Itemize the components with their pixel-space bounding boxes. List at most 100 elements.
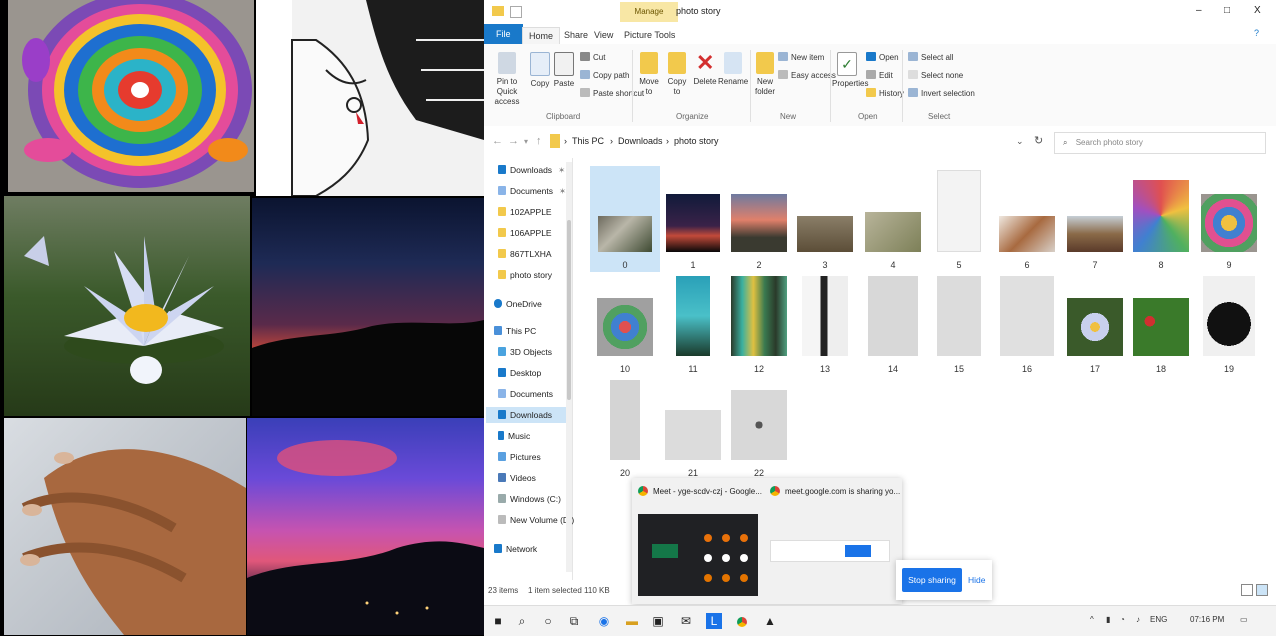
file-tile[interactable]: 15 xyxy=(924,270,994,376)
paste-shortcut-button[interactable]: Paste shortcut xyxy=(580,88,644,98)
sharing-notice[interactable]: meet.google.com is sharing yo... xyxy=(770,486,900,496)
manage-tab[interactable]: Manage xyxy=(620,2,678,22)
nav-item-106apple[interactable]: 106APPLE xyxy=(498,225,552,241)
nav-item-new-volume-d[interactable]: New Volume (D:) xyxy=(498,512,574,528)
copy-path-button[interactable]: Copy path xyxy=(580,70,629,80)
edge-browser-icon[interactable]: ◉ xyxy=(596,613,612,629)
nav-item-this-pc[interactable]: This PC xyxy=(494,323,536,339)
nav-item-3d-objects[interactable]: 3D Objects xyxy=(498,344,552,360)
rename-button[interactable]: Rename xyxy=(718,52,748,87)
file-tile[interactable]: 22 xyxy=(724,374,794,480)
app-l-icon[interactable]: L xyxy=(706,613,722,629)
network-tray-icon[interactable]: ◔ xyxy=(1120,615,1125,624)
file-tile[interactable]: 11 xyxy=(658,270,728,376)
file-tile[interactable]: 6 xyxy=(992,166,1062,272)
invert-selection-button[interactable]: Invert selection xyxy=(908,88,975,98)
nav-item-photo-story[interactable]: photo story xyxy=(498,267,552,283)
delete-button[interactable]: ✕ Delete xyxy=(692,52,718,87)
file-tile[interactable]: 0 xyxy=(590,166,660,272)
recent-dropdown-icon[interactable]: ▾ xyxy=(524,137,528,146)
refresh-icon[interactable]: ↻ xyxy=(1034,134,1043,147)
quick-access-toolbar-icon[interactable] xyxy=(510,6,522,18)
new-item-button[interactable]: New item xyxy=(778,52,824,62)
file-tile[interactable]: 8 xyxy=(1126,166,1196,272)
file-tile[interactable]: 4 xyxy=(858,166,928,272)
windows-start-icon[interactable]: ■ xyxy=(490,613,506,629)
back-arrow-icon[interactable]: ← xyxy=(492,135,503,147)
forward-arrow-icon[interactable]: → xyxy=(508,135,519,147)
mail-icon[interactable]: ✉ xyxy=(678,613,694,629)
nav-item-documents[interactable]: Documents xyxy=(498,386,553,402)
meet-preview-thumbnail[interactable] xyxy=(638,514,758,596)
properties-button[interactable]: ✓ Properties xyxy=(832,52,868,89)
file-tile[interactable]: 10 xyxy=(590,270,660,376)
language-indicator[interactable]: ENG xyxy=(1150,615,1167,624)
file-tile[interactable]: 7 xyxy=(1060,166,1130,272)
file-tile[interactable]: 17 xyxy=(1060,270,1130,376)
cortana-icon[interactable]: ○ xyxy=(540,613,556,629)
nav-item-downloads[interactable]: Downloads xyxy=(486,407,568,423)
paste-button[interactable]: Paste xyxy=(552,52,576,89)
file-tile[interactable]: 1 xyxy=(658,166,728,272)
store-icon[interactable]: ▣ xyxy=(650,613,666,629)
copy-button[interactable]: Copy xyxy=(528,52,552,89)
chrome-taskbar-icon[interactable] xyxy=(734,613,750,629)
nav-item-onedrive[interactable]: OneDrive xyxy=(494,296,542,312)
history-button[interactable]: History xyxy=(866,88,904,98)
photos-app-icon[interactable]: ▲ xyxy=(762,613,778,629)
sharing-bar-preview[interactable] xyxy=(770,540,890,562)
nav-item-desktop[interactable]: Desktop xyxy=(498,365,541,381)
volume-icon[interactable]: ♪ xyxy=(1136,615,1140,624)
file-tile[interactable]: 19 xyxy=(1194,270,1264,376)
minimize-button[interactable]: – xyxy=(1196,5,1202,16)
task-view-icon[interactable]: ⧉ xyxy=(566,613,582,629)
tab-view[interactable]: View xyxy=(588,27,619,43)
close-button[interactable]: X xyxy=(1254,5,1261,16)
new-folder-button[interactable]: New folder xyxy=(752,52,778,97)
file-tile[interactable]: 9 xyxy=(1194,166,1264,272)
file-tile[interactable]: 2 xyxy=(724,166,794,272)
file-tile[interactable]: 12 xyxy=(724,270,794,376)
clock[interactable]: 07:16 PM xyxy=(1190,615,1224,624)
search-icon[interactable]: ⌕ xyxy=(514,613,530,629)
tab-home[interactable]: Home xyxy=(522,27,561,44)
file-tile[interactable]: 3 xyxy=(790,166,860,272)
open-button[interactable]: Open xyxy=(866,52,899,62)
file-tile[interactable]: 21 xyxy=(658,374,728,480)
file-tile[interactable]: 16 xyxy=(992,270,1062,376)
nav-item-867tlxha[interactable]: 867TLXHA xyxy=(498,246,552,262)
nav-item-pictures[interactable]: Pictures xyxy=(498,449,541,465)
tab-picture-tools[interactable]: Picture Tools xyxy=(618,27,681,43)
details-view-icon[interactable] xyxy=(1241,584,1253,596)
stop-sharing-button[interactable]: Stop sharing xyxy=(902,568,962,592)
file-tile[interactable]: 14 xyxy=(858,270,928,376)
copy-to-button[interactable]: Copy to xyxy=(664,52,690,97)
move-to-button[interactable]: Move to xyxy=(636,52,662,97)
select-all-button[interactable]: Select all xyxy=(908,52,953,62)
nav-item-network[interactable]: Network xyxy=(494,541,537,557)
pin-quick-access-button[interactable]: Pin to Quick access xyxy=(488,52,526,107)
file-explorer-icon[interactable]: ▬ xyxy=(624,613,640,629)
edit-button[interactable]: Edit xyxy=(866,70,893,80)
help-icon[interactable]: ? xyxy=(1254,28,1259,38)
search-input[interactable]: ⌕ Search photo story xyxy=(1054,132,1266,154)
nav-item-videos[interactable]: Videos xyxy=(498,470,536,486)
meet-tab-title[interactable]: Meet - yge-scdv-czj - Google... xyxy=(638,486,762,496)
easy-access-button[interactable]: Easy access xyxy=(778,70,836,80)
tray-chevron-icon[interactable]: ^ xyxy=(1090,615,1094,624)
file-tile[interactable]: 20 xyxy=(590,374,660,480)
maximize-button[interactable]: □ xyxy=(1224,5,1230,16)
nav-item-music[interactable]: Music xyxy=(498,428,530,444)
address-dropdown-icon[interactable]: ⌄ xyxy=(1016,136,1024,147)
nav-scrollbar-thumb[interactable] xyxy=(567,220,571,400)
nav-item-documents-quick[interactable]: Documents ✶ xyxy=(498,183,566,199)
up-arrow-icon[interactable]: ↑ xyxy=(536,135,542,147)
select-none-button[interactable]: Select none xyxy=(908,70,963,80)
battery-icon[interactable]: ▮ xyxy=(1106,615,1110,624)
cut-button[interactable]: Cut xyxy=(580,52,605,62)
file-tile[interactable]: 18 xyxy=(1126,270,1196,376)
large-icons-view-icon[interactable] xyxy=(1256,584,1268,596)
file-tile[interactable]: 5 xyxy=(924,166,994,272)
tab-file[interactable]: File xyxy=(484,24,523,44)
notification-icon[interactable]: ▭ xyxy=(1240,615,1248,624)
